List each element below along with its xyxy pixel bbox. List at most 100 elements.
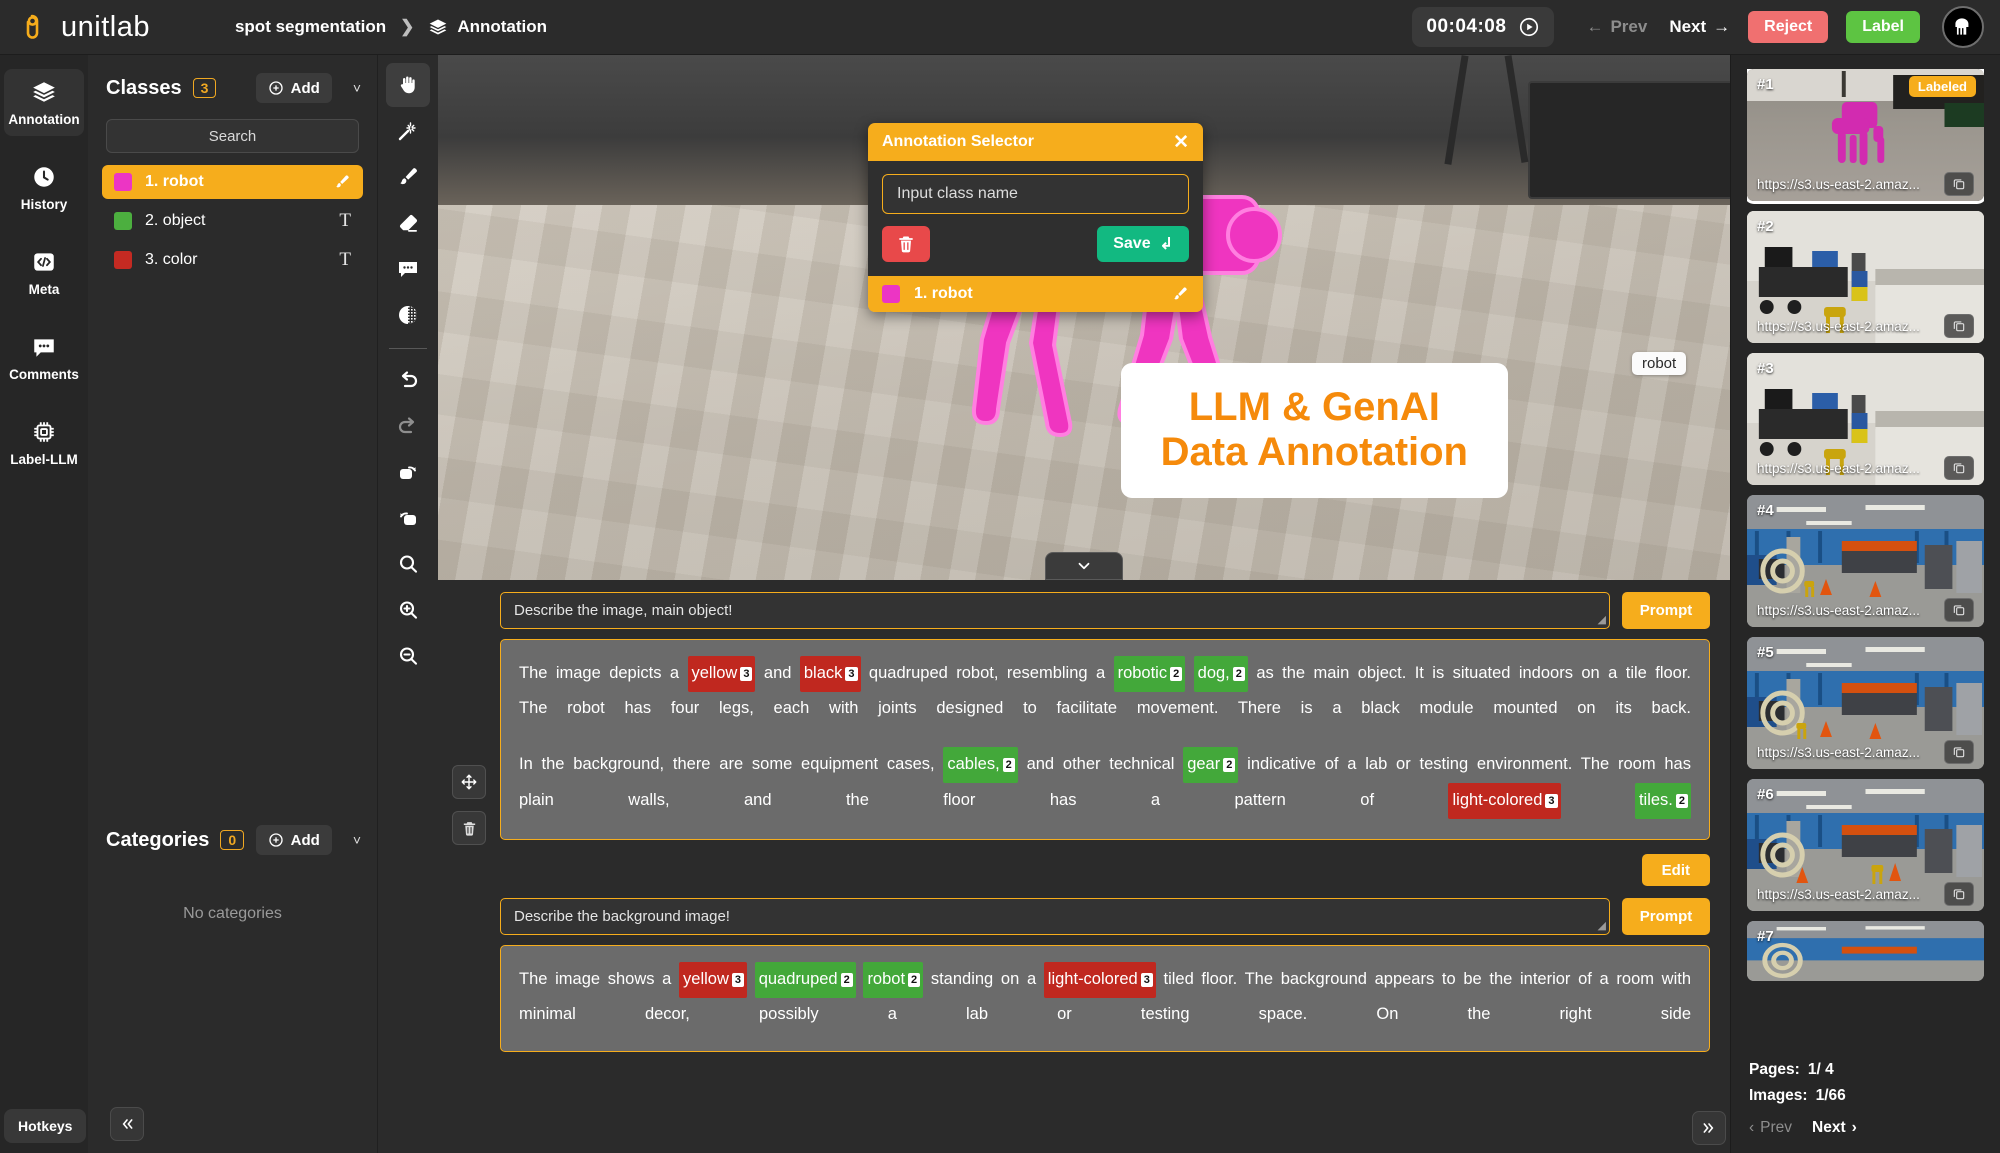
annotation-tag-dog[interactable]: dog, 2 [1193, 656, 1248, 692]
chevron-down-icon[interactable]: ˅ [353, 832, 361, 848]
resize-grip-icon[interactable]: ◢ [1598, 919, 1606, 932]
annotation-canvas[interactable]: robot LLM & GenAI Data Annotation Annota… [438, 55, 1730, 580]
sidebar-item-history[interactable]: History [4, 154, 84, 221]
class-item-robot[interactable]: 1. robot [102, 165, 363, 199]
thumbnail-item-2[interactable]: #2 https://s3.us-east-2.amaz... [1747, 211, 1984, 343]
answer-text [1561, 791, 1635, 809]
prev-image-button[interactable]: ← Prev [1586, 17, 1647, 37]
resize-grip-icon[interactable]: ◢ [1598, 613, 1606, 626]
user-avatar[interactable] [1942, 6, 1984, 48]
delete-block-button[interactable] [452, 811, 486, 845]
contrast-tool[interactable] [386, 293, 430, 337]
llm-answer-1[interactable]: The image depicts a yellow 3 and black 3 q… [500, 639, 1710, 840]
collapse-right-panel-button[interactable] [1692, 1111, 1726, 1145]
prompt-input-1-value: Describe the image, main object! [514, 602, 733, 619]
thumbnail-item-6[interactable]: #6 https://s3.us-east-2.amaz... [1747, 779, 1984, 911]
tag-text: gear [1187, 755, 1221, 773]
pagination-prev-button[interactable]: ‹ Prev [1749, 1119, 1792, 1137]
thumbnail-item-1[interactable]: #1 Labeled https://s3.us-east-2.amaz... [1747, 69, 1984, 204]
edit-button[interactable]: Edit [1641, 854, 1710, 886]
class-name-input[interactable]: Input class name [882, 174, 1189, 214]
comment-tool[interactable] [386, 247, 430, 291]
prompt-input-2[interactable]: Describe the background image! ◢ [500, 898, 1610, 935]
annotation-tag-gear[interactable]: gear 2 [1183, 747, 1239, 783]
move-block-button[interactable] [452, 765, 486, 799]
thumbnail-item-5[interactable]: #5 https://s3.us-east-2.amaz... [1747, 637, 1984, 769]
reject-button[interactable]: Reject [1748, 11, 1829, 43]
thumbnail-url-row: https://s3.us-east-2.amaz... [1747, 593, 1984, 627]
sidebar-item-comments[interactable]: Comments [4, 324, 84, 391]
copy-icon[interactable] [1944, 740, 1974, 764]
brand-logo[interactable]: unitlab [22, 11, 150, 44]
collapse-left-panel-button[interactable] [110, 1107, 144, 1141]
annotation-selector-class-row[interactable]: 1. robot [868, 276, 1203, 312]
copy-icon[interactable] [1944, 456, 1974, 480]
hand-tool[interactable] [386, 63, 430, 107]
object-label-robot[interactable]: robot [1632, 352, 1687, 375]
thumbnail-url: https://s3.us-east-2.amaz... [1757, 886, 1920, 902]
search-input[interactable]: Search [106, 119, 359, 153]
annotation-tag-robotic[interactable]: robotic 2 [1113, 656, 1186, 692]
llm-answer-2[interactable]: The image shows a yellow 3 quadruped 2 rob… [500, 945, 1710, 1052]
annotation-tag-black[interactable]: black 3 [799, 656, 861, 692]
timer-value: 00:04:08 [1426, 16, 1507, 37]
close-icon[interactable]: ✕ [1173, 133, 1189, 152]
save-annotation-button[interactable]: Save ↲ [1097, 226, 1189, 262]
breadcrumb-project[interactable]: spot segmentation [235, 17, 386, 37]
label-button[interactable]: Label [1846, 11, 1920, 43]
answer-text [747, 970, 755, 988]
hotkeys-button[interactable]: Hotkeys [4, 1109, 87, 1143]
copy-icon[interactable] [1944, 172, 1974, 196]
delete-annotation-button[interactable] [882, 226, 930, 262]
eraser-tool[interactable] [386, 201, 430, 245]
breadcrumb-annotation[interactable]: Annotation [428, 17, 547, 37]
class-item-object[interactable]: 2. object T [102, 204, 363, 238]
add-category-button[interactable]: Add [255, 825, 332, 855]
add-class-button[interactable]: Add [255, 73, 332, 103]
chevron-down-icon[interactable]: ˅ [353, 80, 361, 96]
thumbnail-item-3[interactable]: #3 https://s3.us-east-2.amaz... [1747, 353, 1984, 485]
rotate-left-tool[interactable] [386, 496, 430, 540]
llm-answer-2-paragraph-1: The image shows a yellow 3 quadruped 2 rob… [519, 962, 1691, 1031]
annotation-tag-quadruped[interactable]: quadruped 2 [754, 962, 856, 998]
prompt-input-1[interactable]: Describe the image, main object! ◢ [500, 592, 1610, 629]
magic-wand-tool[interactable] [386, 109, 430, 153]
play-icon[interactable] [1518, 16, 1540, 38]
thumbnail-item-7[interactable]: #7 [1747, 921, 1984, 981]
brush-icon[interactable] [1171, 285, 1189, 303]
zoom-out-tool[interactable] [386, 634, 430, 678]
brush-tool[interactable] [386, 155, 430, 199]
copy-icon[interactable] [1944, 882, 1974, 906]
rotate-right-tool[interactable] [386, 450, 430, 494]
next-image-button[interactable]: Next → [1669, 17, 1730, 37]
text-tool-icon[interactable]: T [339, 249, 351, 271]
annotation-tag-tiles[interactable]: tiles. 2 [1634, 783, 1691, 819]
annotation-tag-light-colored[interactable]: light-colored 3 [1448, 783, 1561, 819]
prompt-button-2[interactable]: Prompt [1622, 898, 1710, 935]
thumbnail-list[interactable]: #1 Labeled https://s3.us-east-2.amaz... [1747, 69, 1984, 1047]
collapse-canvas-button[interactable] [1045, 552, 1123, 580]
zoom-in-tool[interactable] [386, 588, 430, 632]
search-tool[interactable] [386, 542, 430, 586]
session-timer[interactable]: 00:04:08 [1412, 7, 1555, 47]
redo-tool[interactable] [386, 404, 430, 448]
brush-icon[interactable] [333, 173, 351, 191]
annotation-tag-cables[interactable]: cables, 2 [943, 747, 1018, 783]
thumbnail-item-4[interactable]: #4 https://s3.us-east-2.amaz... [1747, 495, 1984, 627]
prompt-button-1[interactable]: Prompt [1622, 592, 1710, 629]
text-tool-icon[interactable]: T [339, 210, 351, 232]
pagination-next-button[interactable]: Next › [1812, 1119, 1857, 1137]
breadcrumb: spot segmentation ❯ Annotation [235, 17, 547, 37]
class-item-color[interactable]: 3. color T [102, 243, 363, 277]
annotation-tag-yellow[interactable]: yellow 3 [679, 962, 748, 998]
annotation-tag-light-colored[interactable]: light-colored 3 [1043, 962, 1156, 998]
copy-icon[interactable] [1944, 314, 1974, 338]
sidebar-item-label-llm[interactable]: Label-LLM [4, 409, 84, 476]
thumbnail-number: #2 [1757, 218, 1774, 235]
annotation-tag-yellow[interactable]: yellow 3 [687, 656, 756, 692]
copy-icon[interactable] [1944, 598, 1974, 622]
sidebar-item-meta[interactable]: Meta [4, 239, 84, 306]
sidebar-item-annotation[interactable]: Annotation [4, 69, 84, 136]
annotation-tag-robot[interactable]: robot 2 [863, 962, 924, 998]
undo-tool[interactable] [386, 358, 430, 402]
